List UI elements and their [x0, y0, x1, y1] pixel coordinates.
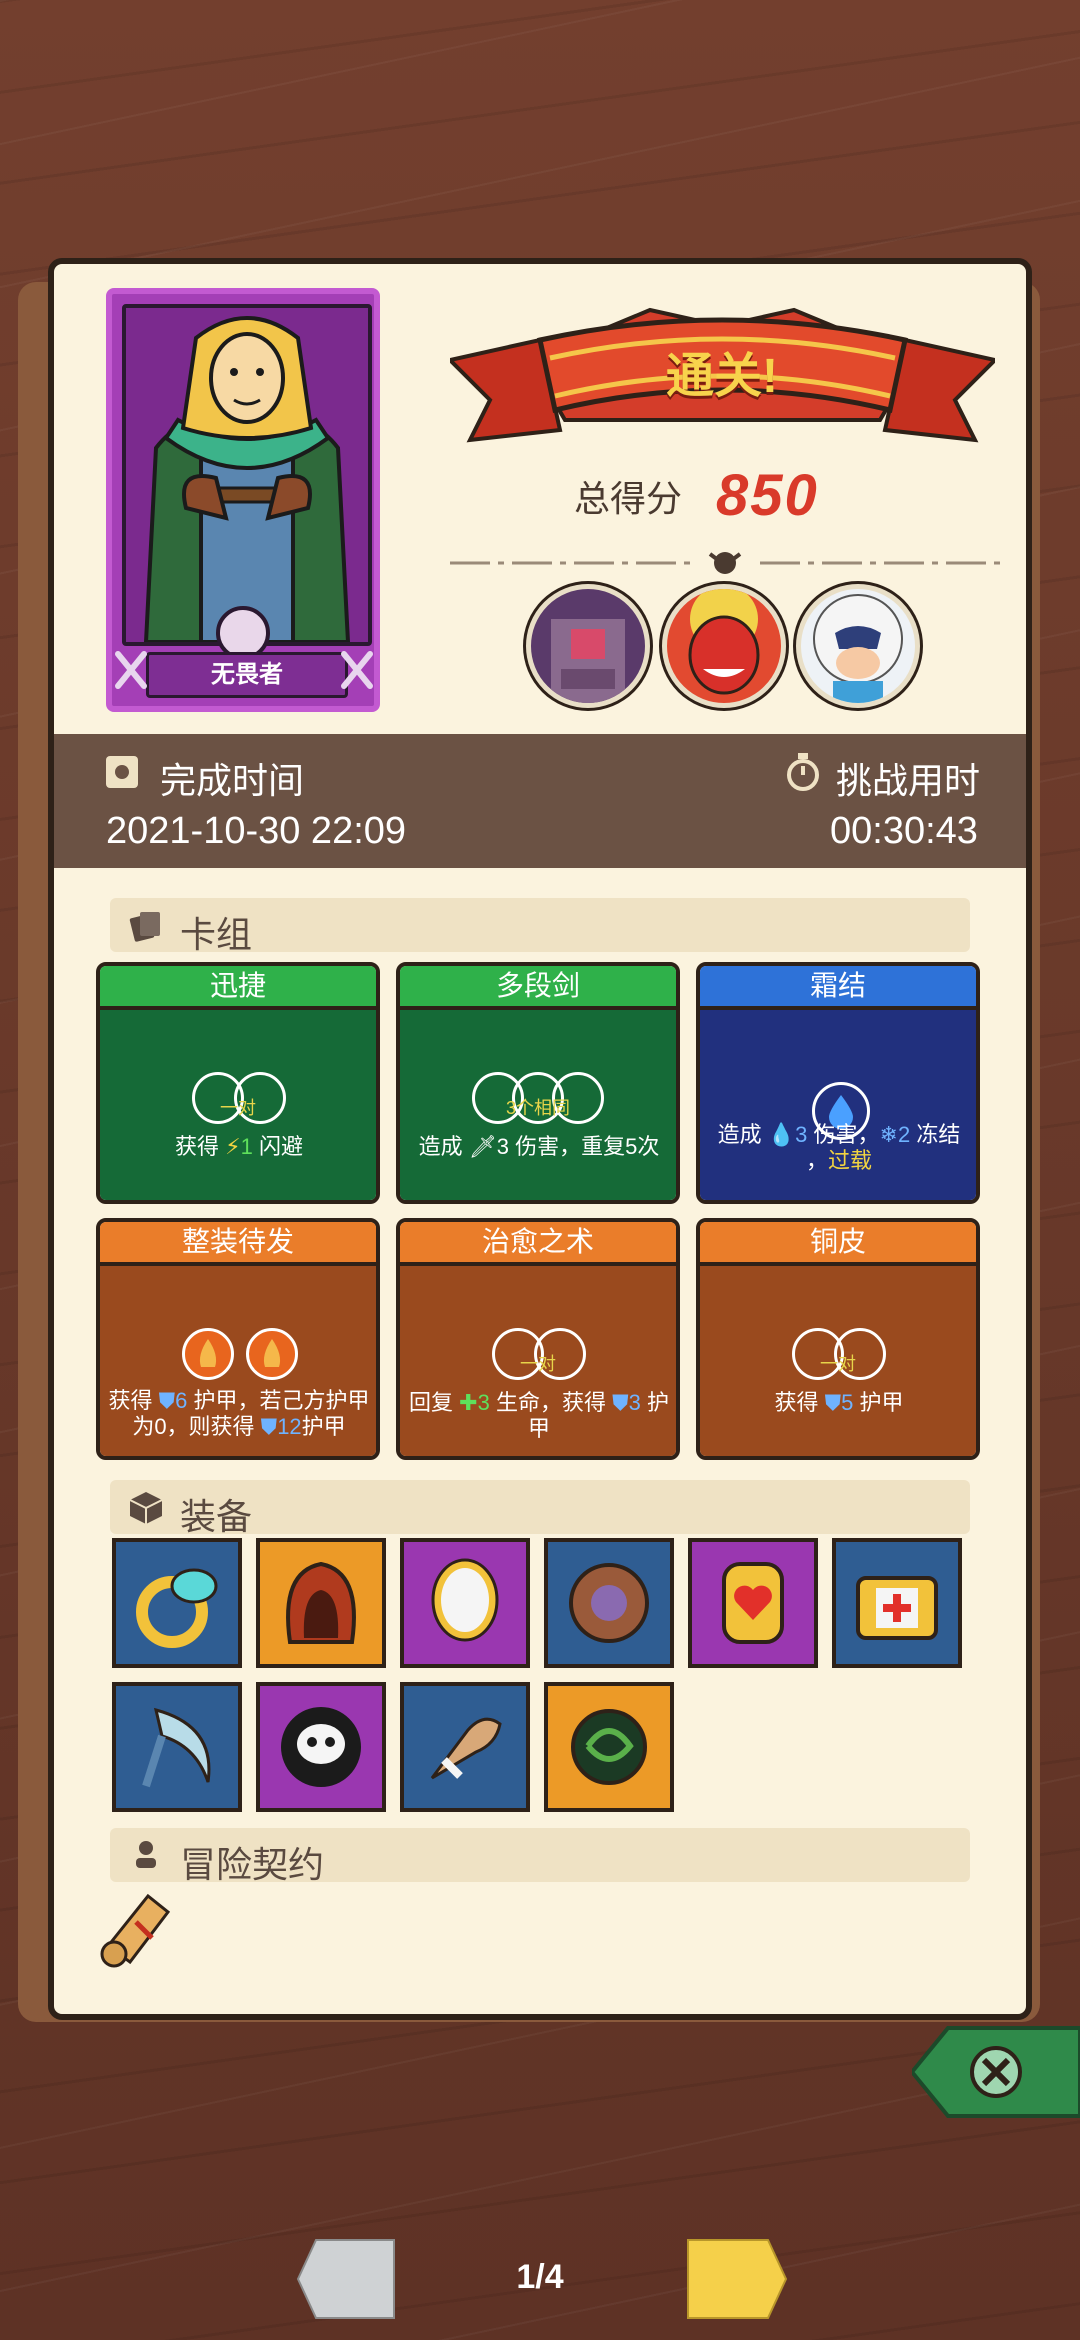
shield-icon[interactable] — [544, 1538, 674, 1668]
hero-art — [122, 304, 372, 646]
score-value: 850 — [716, 463, 819, 528]
card-requirement: 一对 — [220, 1098, 256, 1118]
plus-icon: ✚ — [459, 1390, 478, 1415]
card-requirement: 一对 — [520, 1354, 556, 1374]
cursed-skull-icon[interactable] — [256, 1682, 386, 1812]
yeti-boss-icon[interactable] — [796, 584, 920, 708]
card-requirement: 一对 — [820, 1354, 856, 1374]
scythe-icon[interactable] — [112, 1682, 242, 1812]
scroll-contract-icon[interactable] — [98, 1886, 178, 1970]
snowflake-icon: ❄ — [879, 1122, 898, 1147]
sword-icon: 🗡 — [468, 1134, 497, 1159]
flame-slot-icon — [182, 1328, 234, 1380]
card-description: 获得 ⚡1 闪避 — [175, 1134, 303, 1159]
stopwatch-icon — [787, 753, 819, 791]
crossed-bones-icon — [341, 651, 373, 689]
contract-section-header: 冒险契约 — [110, 1828, 970, 1885]
card-description: 回复 ✚3 生命，获得 ⛊3 护甲 — [409, 1390, 669, 1441]
red-demon-boss-icon[interactable] — [662, 584, 786, 708]
seed-icon[interactable] — [544, 1682, 674, 1812]
deck-card-multi-sword[interactable]: 多段剑 3个相同 造成 🗡3 伤害，重复5次 — [396, 962, 680, 1204]
time-info-bar: 完成时间 2021-10-30 22:09 挑战用时 00:30:43 — [54, 734, 1026, 868]
deck-card-bronze-skin[interactable]: 铜皮 一对 获得 ⛊5 护甲 — [696, 1218, 980, 1460]
challenge-time-value: 00:30:43 — [830, 810, 978, 852]
deck-card-swift[interactable]: 迅捷 一对 获得 ⚡1 闪避 — [96, 962, 380, 1204]
deck-title: 卡组 — [180, 914, 253, 955]
deck-card-frost[interactable]: 霜结 造成 💧3 伤害，❄2 冻结 ，过载 — [696, 962, 980, 1204]
card-name: 迅捷 — [100, 966, 376, 1010]
victory-banner: 通关! — [446, 300, 999, 460]
deck-card-ready[interactable]: 整装待发 获得 ⛊6 护甲，若己方护甲为0，则获得 ⛊12护甲 — [96, 1218, 380, 1460]
lightning-icon: ⚡ — [225, 1134, 241, 1159]
hero-name: 无畏者 — [146, 652, 348, 698]
medkit-icon[interactable] — [832, 1538, 962, 1668]
card-name: 多段剑 — [400, 966, 676, 1010]
equipment-title: 装备 — [180, 1496, 253, 1537]
shield-icon: ⛊ — [824, 1390, 842, 1415]
finish-time-value: 2021-10-30 22:09 — [106, 810, 407, 852]
next-page-button[interactable] — [684, 2236, 788, 2322]
page-indicator: 1/4 — [516, 2258, 564, 2296]
calendar-icon — [106, 756, 138, 788]
deck-section-header: 卡组 — [110, 898, 970, 955]
contract-title: 冒险契约 — [180, 1844, 325, 1885]
shield-icon: ⛊ — [158, 1388, 176, 1413]
victory-title: 通关! — [666, 350, 778, 403]
cards-icon — [129, 912, 160, 942]
hood-icon[interactable] — [256, 1538, 386, 1668]
deck-card-heal[interactable]: 治愈之术 一对 回复 ✚3 生命，获得 ⛊3 护甲 — [396, 1218, 680, 1460]
finish-time-label: 完成时间 — [160, 760, 305, 801]
card-requirement: 3个相同 — [505, 1098, 570, 1118]
shield-icon: ⛊ — [612, 1390, 629, 1415]
stone-golem-boss-icon[interactable] — [526, 584, 650, 708]
pen-icon — [136, 1841, 156, 1868]
card-name: 铜皮 — [700, 1222, 976, 1266]
card-description: 获得 ⛊6 护甲，若己方护甲为0，则获得 ⛊12护甲 — [108, 1388, 370, 1439]
shield-icon: ⛊ — [260, 1414, 278, 1439]
card-description: 获得 ⛊5 护甲 — [774, 1390, 904, 1415]
horn-icon[interactable] — [400, 1682, 530, 1812]
previous-page-button[interactable] — [296, 2236, 400, 2322]
water-drop-icon: 💧 — [767, 1122, 796, 1147]
equipment-section-header: 装备 — [110, 1480, 970, 1537]
challenge-time-label: 挑战用时 — [836, 760, 981, 801]
card-name: 霜结 — [700, 966, 976, 1010]
card-name: 整装待发 — [100, 1222, 376, 1266]
card-name: 治愈之术 — [400, 1222, 676, 1266]
heart-charm-icon[interactable] — [688, 1538, 818, 1668]
mirror-icon[interactable] — [400, 1538, 530, 1668]
card-description: 造成 💧3 伤害，❄2 冻结 ，过载 — [717, 1122, 961, 1173]
ring-icon[interactable] — [112, 1538, 242, 1668]
crossed-bones-icon — [115, 651, 147, 689]
card-description: 造成 🗡3 伤害，重复5次 — [418, 1134, 660, 1159]
ornament-divider — [450, 552, 1000, 574]
hero-portrait-card[interactable]: 无畏者 — [106, 288, 380, 712]
box-icon — [129, 1492, 163, 1524]
close-button[interactable] — [912, 2026, 1080, 2118]
score-label: 总得分 — [574, 478, 683, 519]
flame-slot-icon — [246, 1328, 298, 1380]
